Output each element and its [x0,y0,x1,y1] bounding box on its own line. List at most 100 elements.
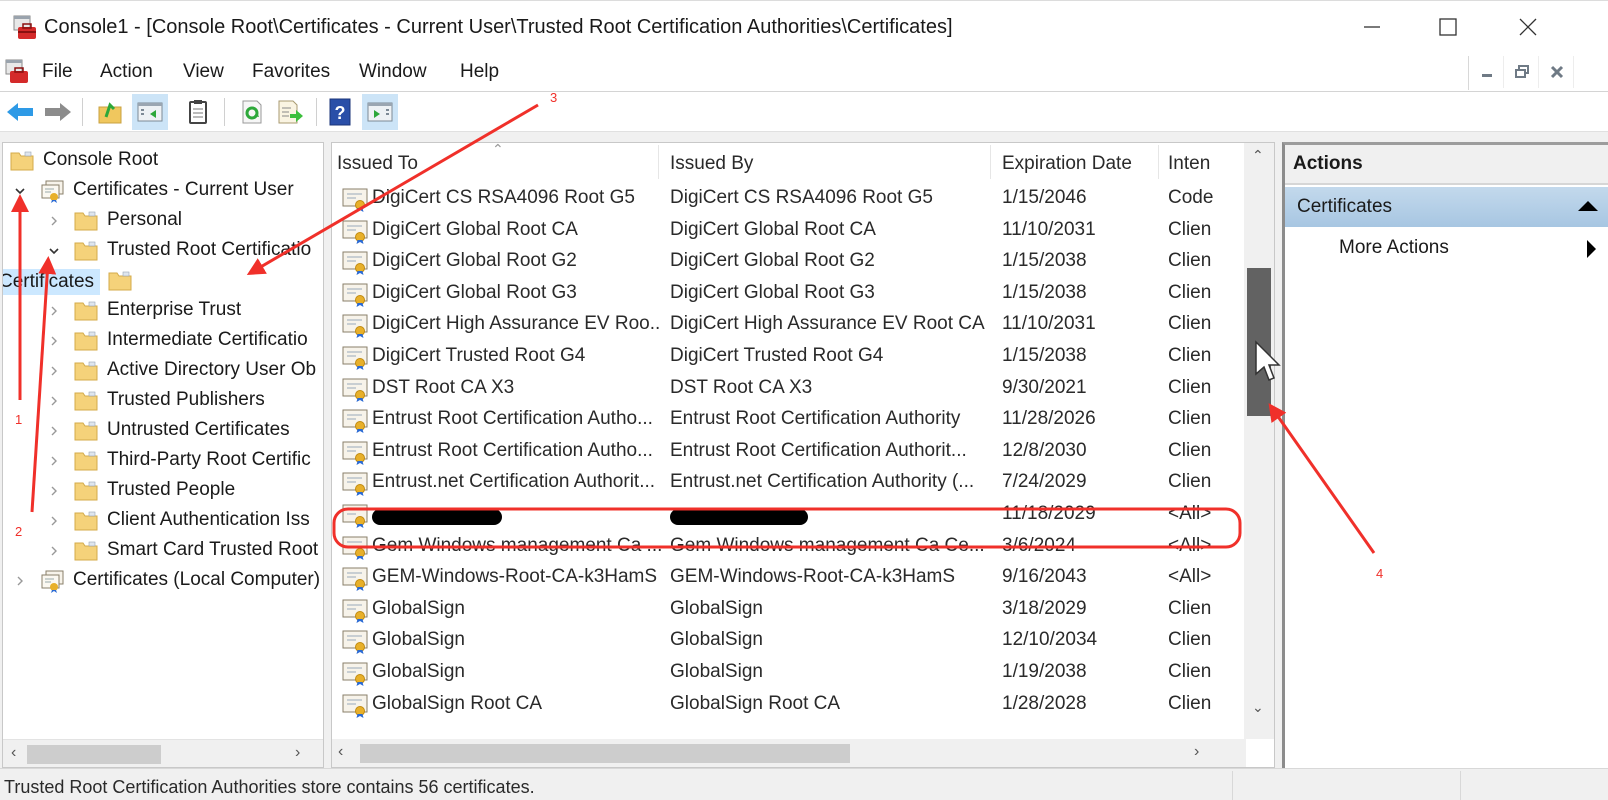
chevron-right-icon[interactable] [47,214,61,228]
table-row[interactable]: DigiCert CS RSA4096 Root G5 DigiCert CS R… [332,183,1252,215]
table-row[interactable]: DigiCert Global Root G2 DigiCert Global R… [332,246,1252,278]
show-hide-console-tree-button[interactable] [132,94,168,130]
tree-node[interactable]: Active Directory User Ob [3,357,323,385]
column-expiration-date[interactable]: Expiration Date [1002,153,1132,175]
tree-node[interactable]: Certificates - Current User [3,177,323,205]
tree-node[interactable]: Enterprise Trust [3,297,323,325]
issued-by-cell: GEM-Windows-Root-CA-k3HamS [670,566,956,588]
column-intended-purposes[interactable]: Inten [1168,153,1210,175]
expiration-date-cell: 1/15/2038 [1002,250,1087,272]
menu-help[interactable]: Help [460,61,499,83]
chevron-right-icon[interactable] [47,424,61,438]
issued-by-cell: DigiCert High Assurance EV Root CA [670,313,985,335]
column-issued-to[interactable]: Issued To [337,153,418,175]
tree-node[interactable]: Trusted Root Certificatio [3,237,323,265]
menu-favorites[interactable]: Favorites [252,61,330,83]
action-pane-icon [367,102,393,122]
menu-window[interactable]: Window [359,61,427,83]
close-button[interactable] [1498,9,1558,45]
table-row[interactable]: DigiCert Global Root G3 DigiCert Global R… [332,278,1252,310]
forward-button[interactable] [40,94,76,130]
table-row[interactable]: GlobalSign GlobalSign 3/18/2029 Clien [332,594,1252,626]
issued-by-cell: DigiCert Trusted Root G4 [670,345,884,366]
tree-horizontal-scrollbar[interactable]: ‹ › [3,739,323,767]
scroll-right-icon[interactable]: › [1194,743,1199,761]
scroll-down-icon[interactable]: ⌄ [1252,699,1264,716]
maximize-button[interactable] [1418,9,1478,45]
certificate-icon [342,534,370,560]
tree-node[interactable]: Client Authentication Iss [3,507,323,535]
tree-node[interactable]: Trusted People [3,477,323,505]
chevron-right-icon[interactable] [13,574,27,588]
tree-node[interactable]: Personal [3,207,323,235]
vertical-scrollbar[interactable]: ⌃ ⌄ [1244,143,1274,739]
table-row[interactable]: GlobalSign GlobalSign 1/19/2038 Clien [332,657,1252,689]
tree-node[interactable]: Third-Party Root Certific [3,447,323,475]
collapse-up-icon[interactable] [1578,201,1598,211]
tree-node[interactable]: Smart Card Trusted Root [3,537,323,565]
column-issued-by[interactable]: Issued By [670,153,753,175]
chevron-right-icon[interactable] [47,544,61,558]
mmc-system-menu-icon[interactable] [4,59,30,85]
export-button[interactable] [272,94,308,130]
scroll-up-icon[interactable]: ⌃ [1252,147,1264,164]
menu-file[interactable]: File [42,61,73,83]
chevron-right-icon[interactable] [47,304,61,318]
show-hide-action-pane-button[interactable] [362,94,398,130]
tree-node[interactable]: Untrusted Certificates [3,417,323,445]
table-row-highlighted[interactable]: 11/18/2029 <All> [332,499,1252,531]
tree-node[interactable]: Trusted Publishers [3,387,323,415]
chevron-down-icon[interactable] [47,244,61,258]
table-row[interactable]: DST Root CA X3 DST Root CA X3 9/30/2021 Cli… [332,373,1252,405]
table-row[interactable]: Entrust.net Certification Authorit... Ent… [332,467,1252,499]
horizontal-scrollbar[interactable]: ‹ › [332,739,1246,767]
menu-action[interactable]: Action [100,61,153,83]
tree-node[interactable]: Certificates (Local Computer) [3,567,323,595]
mdi-close-button[interactable] [1541,56,1574,88]
column-divider[interactable] [658,145,659,179]
export-list-button[interactable] [180,94,216,130]
table-row[interactable]: DigiCert Trusted Root G4 DigiCert Trusted… [332,341,1252,373]
table-row[interactable]: GEM-Windows-Root-CA-k3HamS GEM-Windows-Ro… [332,562,1252,594]
more-actions-item[interactable]: More Actions [1285,231,1608,265]
scrollbar-thumb[interactable] [27,745,161,764]
expiration-date-cell: 11/10/2031 [1002,218,1096,240]
tree-node[interactable]: Certificates [3,267,323,295]
column-divider[interactable] [990,145,991,179]
chevron-right-icon[interactable] [47,364,61,378]
folder-icon [73,479,99,503]
table-row[interactable]: Entrust Root Certification Autho... Entru… [332,404,1252,436]
table-row[interactable]: DigiCert High Assurance EV Roo... DigiCer… [332,309,1252,341]
refresh-button[interactable] [234,94,270,130]
table-row[interactable]: GlobalSign GlobalSign 12/10/2034 Clien [332,625,1252,657]
help-button[interactable]: ? [322,94,358,130]
chevron-right-icon[interactable] [47,394,61,408]
table-row[interactable]: DigiCert Global Root CA DigiCert Global R… [332,215,1252,247]
back-button[interactable] [2,94,38,130]
minimize-button[interactable] [1342,9,1402,45]
table-row[interactable]: Entrust Root Certification Autho... Entru… [332,436,1252,468]
annotation-label-3: 3 [550,90,558,105]
column-divider[interactable] [1158,145,1159,179]
scroll-right-icon[interactable]: › [295,744,300,762]
scroll-left-icon[interactable]: ‹ [338,743,343,761]
chevron-down-icon[interactable] [13,184,27,198]
actions-section-certificates[interactable]: Certificates [1285,187,1608,227]
scroll-left-icon[interactable]: ‹ [11,744,16,762]
tree-node[interactable]: Intermediate Certificatio [3,327,323,355]
mdi-minimize-button[interactable] [1471,56,1504,88]
table-row[interactable]: Gem Windows management Ca ... Gem Windows… [332,531,1252,563]
tree-node[interactable]: Console Root [3,147,323,175]
table-row[interactable]: GlobalSign Root CA GlobalSign Root CA 1/28… [332,689,1252,721]
up-one-level-button[interactable] [92,94,128,130]
chevron-right-icon[interactable] [47,514,61,528]
mdi-restore-button[interactable] [1506,56,1539,88]
chevron-right-icon[interactable] [47,334,61,348]
issued-by-cell: Entrust.net Certification Authority (... [670,471,975,493]
folder-icon [107,269,133,293]
scrollbar-thumb[interactable] [360,744,850,763]
menu-view[interactable]: View [183,61,224,83]
certificate-icon [342,565,370,592]
chevron-right-icon[interactable] [47,454,61,468]
chevron-right-icon[interactable] [47,484,61,498]
